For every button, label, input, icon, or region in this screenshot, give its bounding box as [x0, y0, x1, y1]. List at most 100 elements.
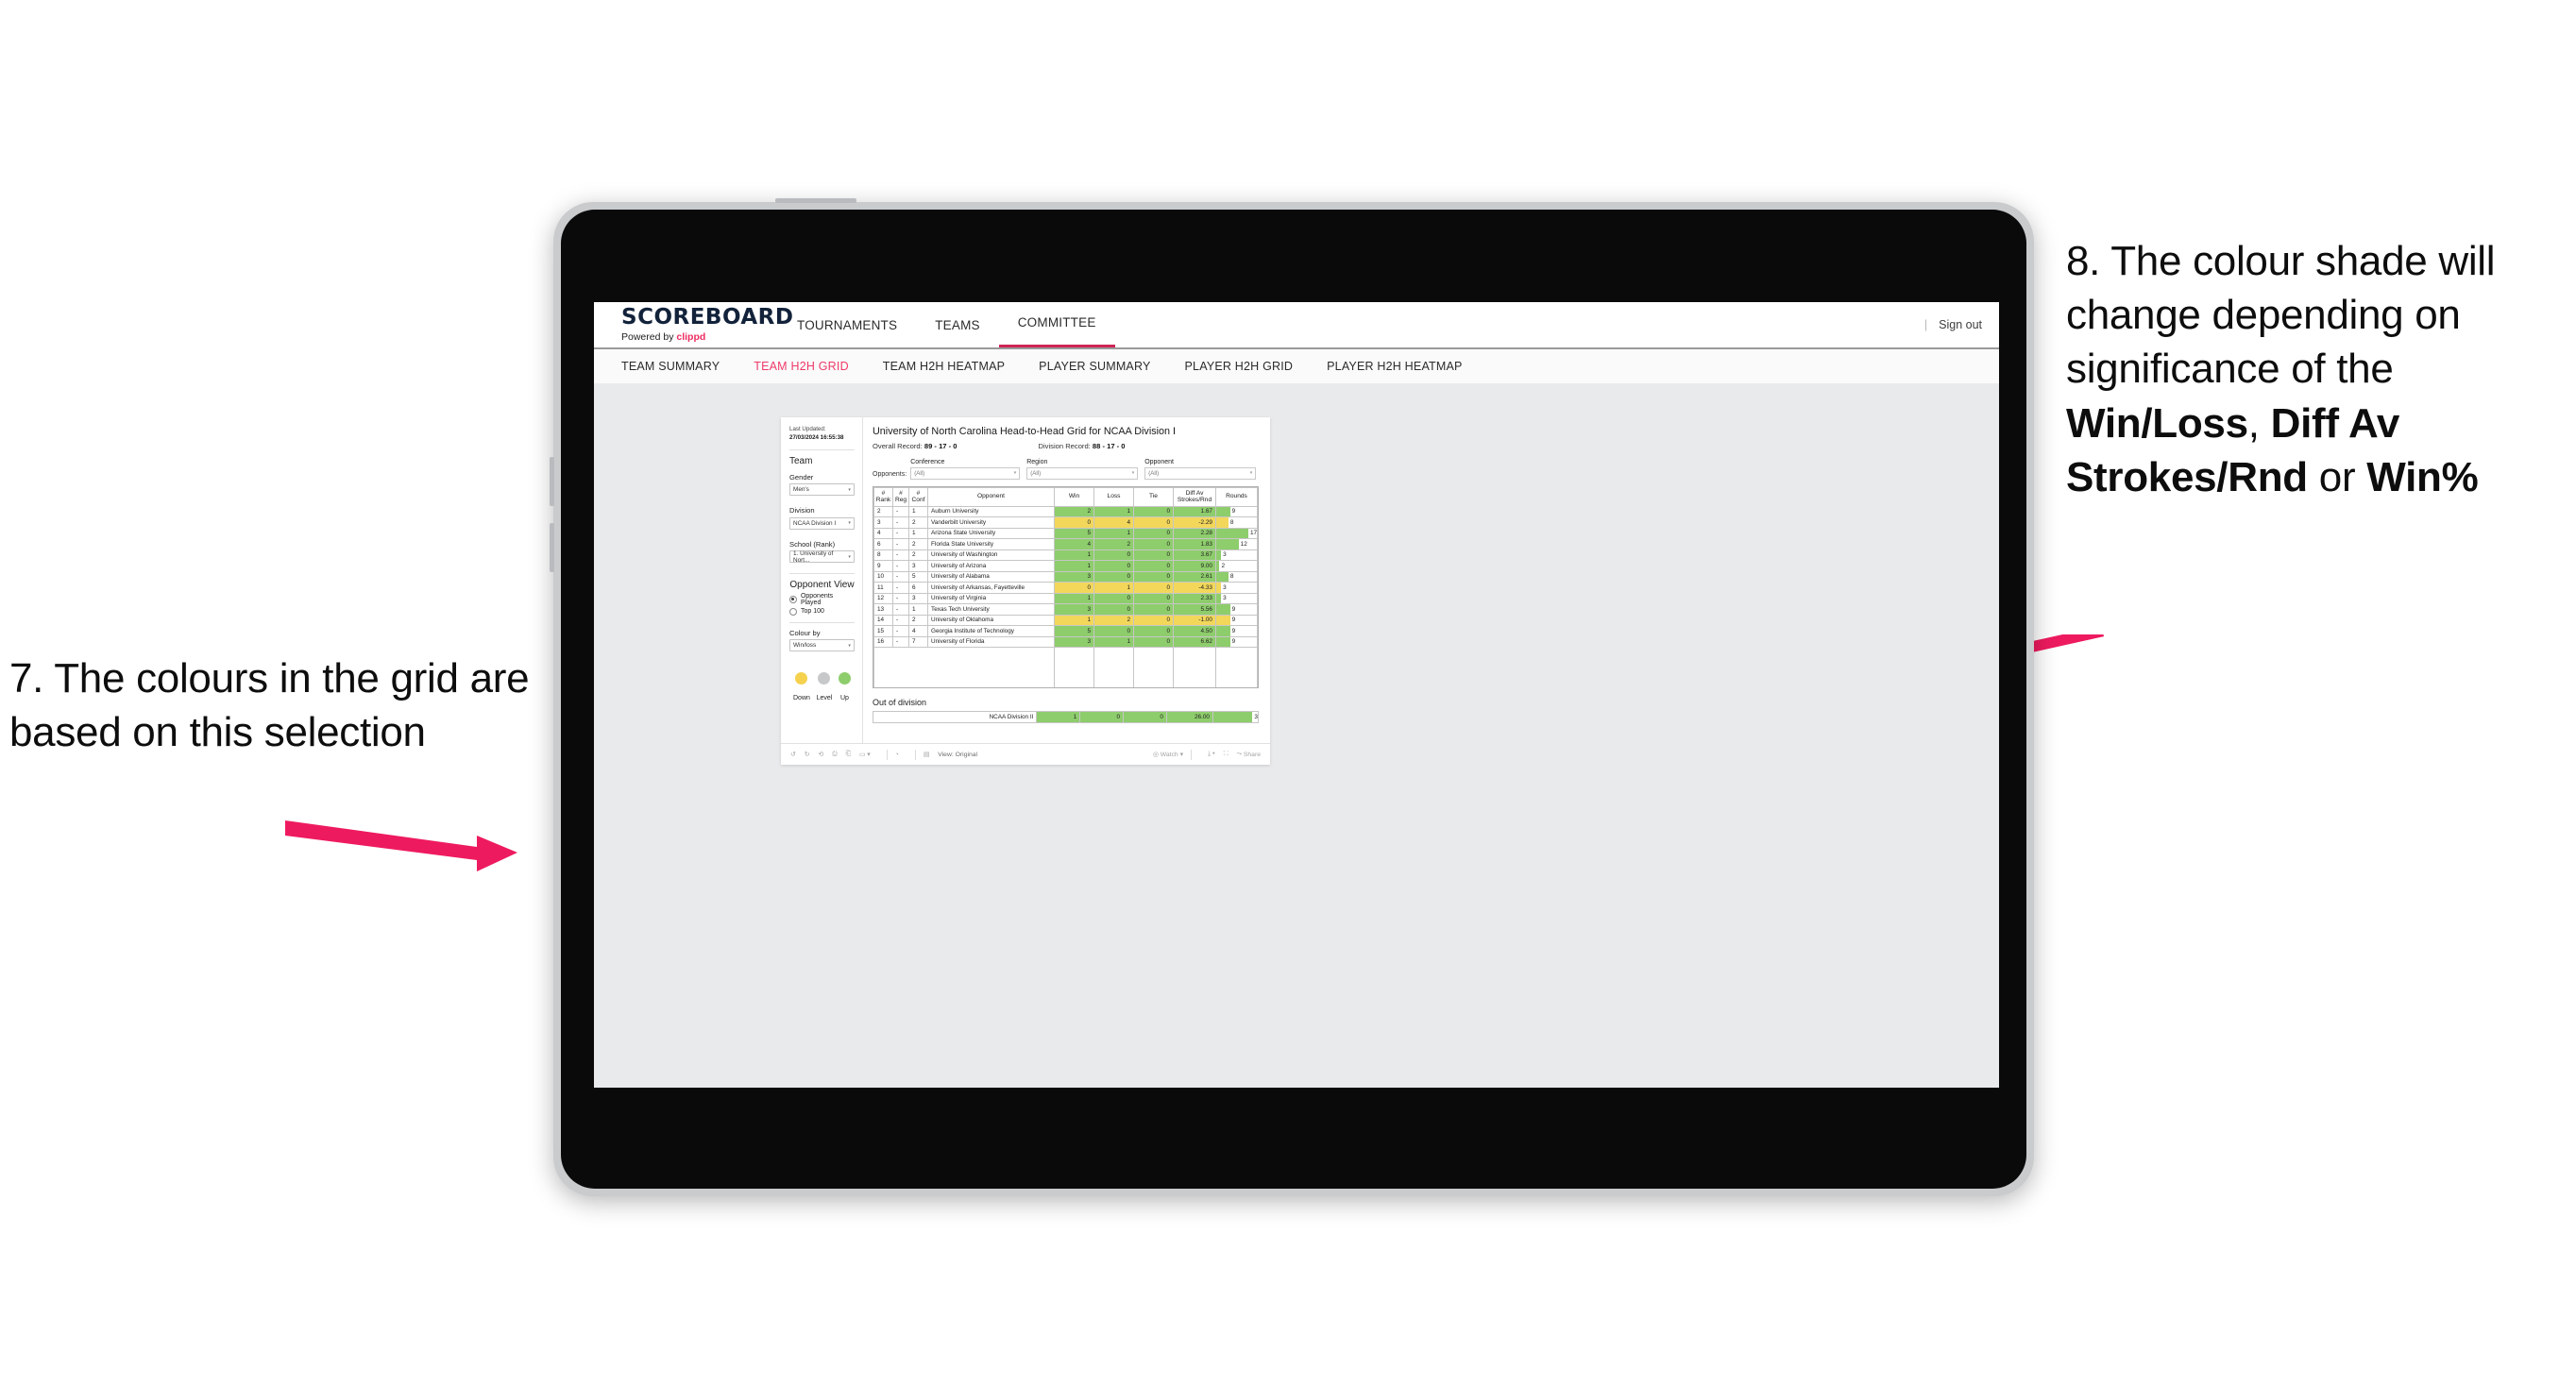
division-select[interactable]: NCAA Division I ▾ [789, 516, 855, 530]
watch-label: Watch [1160, 751, 1178, 758]
cell-rounds-value: 2 [1221, 562, 1225, 569]
legend-label-down: Down [793, 695, 810, 702]
table-row[interactable]: 4-1 Arizona State University 5 1 0 2.28 17 [873, 527, 1258, 540]
topnav-item-tournaments[interactable]: TOURNAMENTS [778, 302, 916, 347]
division-record-label: Division Record: [1038, 442, 1093, 450]
cell-rounds: 3 [1215, 592, 1258, 605]
refresh-icon[interactable]: ⎙ [832, 751, 837, 758]
cell-tie: 0 [1133, 560, 1174, 572]
col-loss-l1: Loss [1107, 493, 1121, 500]
subnav-item-player-summary[interactable]: PLAYER SUMMARY [1039, 360, 1150, 373]
cell-conf: 4 [908, 625, 928, 637]
share-button[interactable]: ⤳ Share [1237, 751, 1261, 758]
cell-rank: 14 [873, 614, 893, 627]
filter-opponent-select[interactable]: (All) ▾ [1144, 467, 1257, 480]
table-spacer-row [873, 657, 1258, 668]
app-logo[interactable]: SCOREBOARD Powered by clippd [594, 307, 793, 344]
watch-button[interactable]: ◎ Watch ▾ [1153, 751, 1183, 759]
cell-tie: 0 [1133, 635, 1174, 649]
col-conf-l1: # [916, 489, 921, 497]
cell-rounds: 9 [1215, 625, 1258, 637]
logo-brand: clippd [676, 331, 706, 343]
cell-reg: - [892, 625, 909, 637]
cell-loss: 0 [1093, 560, 1134, 572]
filter-conference-select[interactable]: (All) ▾ [910, 467, 1021, 480]
ood-win: 1 [1036, 711, 1081, 723]
chevron-down-icon: ▾ [848, 642, 851, 649]
cell-loss: 1 [1093, 582, 1134, 594]
cell-tie: 0 [1133, 516, 1174, 529]
view-label-icon[interactable]: ▤ [924, 751, 929, 758]
cell-reg: - [892, 592, 909, 605]
table-row[interactable]: 16-7 University of Florida 3 1 0 6.62 9 [873, 635, 1258, 649]
table-row[interactable]: 3-2 Vanderbilt University 0 4 0 -2.29 8 [873, 516, 1258, 529]
cell-loss: 0 [1093, 570, 1134, 583]
table-row[interactable]: 10-5 University of Alabama 3 0 0 2.61 8 [873, 570, 1258, 583]
cell-rounds: 8 [1215, 516, 1258, 529]
view-original-dropdown-icon[interactable]: ▭ ▾ [859, 751, 871, 758]
subnav-item-team-summary[interactable]: TEAM SUMMARY [621, 360, 720, 373]
chevron-down-icon: ▾ [1249, 470, 1253, 477]
sub-navigation: TEAM SUMMARY TEAM H2H GRID TEAM H2H HEAT… [594, 349, 1999, 384]
top-navigation: TOURNAMENTS TEAMS COMMITTEE [778, 302, 1115, 347]
undo-icon[interactable]: ↺ [790, 751, 796, 758]
cell-rank: 9 [873, 560, 893, 572]
col-rank-l2: Rank [875, 497, 891, 504]
topnav-item-teams[interactable]: TEAMS [916, 302, 999, 347]
table-row[interactable]: NCAA Division II 1 0 0 26.00 3 [872, 711, 1260, 723]
cell-rank: 6 [873, 538, 893, 550]
subnav-item-player-h2h-heatmap[interactable]: PLAYER H2H HEATMAP [1327, 360, 1462, 373]
subnav-item-player-h2h-grid[interactable]: PLAYER H2H GRID [1185, 360, 1294, 373]
cell-rounds: 3 [1215, 582, 1258, 594]
fullscreen-icon[interactable]: ⛶ [1224, 751, 1229, 758]
cell-win: 5 [1054, 625, 1094, 637]
last-updated-value: 27/03/2024 16:55:38 [789, 433, 844, 441]
download-icon[interactable]: ⤓ ▾ [1208, 751, 1215, 758]
pause-updates-icon[interactable]: ⎗ [846, 751, 851, 758]
cell-rounds-value: 9 [1231, 617, 1236, 624]
radio-opponents-played[interactable]: Opponents Played [789, 593, 855, 606]
table-row[interactable]: 14-2 University of Oklahoma 1 2 0 -1.00 9 [873, 614, 1258, 627]
annotation-7-text: 7. The colours in the grid are based on … [9, 655, 530, 756]
redo-icon[interactable]: ↻ [805, 751, 810, 758]
subnav-item-team-h2h-heatmap[interactable]: TEAM H2H HEATMAP [883, 360, 1005, 373]
cell-rounds-value: 9 [1231, 627, 1236, 634]
overall-record-label: Overall Record: [873, 442, 924, 450]
table-row[interactable]: 13-1 Texas Tech University 3 0 0 5.56 9 [873, 603, 1258, 616]
cell-opponent: University of Virginia [927, 592, 1055, 605]
table-row[interactable]: 2-1 Auburn University 2 1 0 1.67 9 [873, 505, 1258, 518]
cell-conf: 1 [908, 603, 928, 616]
table-row[interactable]: 12-3 University of Virginia 1 0 0 2.33 3 [873, 592, 1258, 605]
cell-tie: 0 [1133, 614, 1174, 627]
cell-reg: - [892, 516, 909, 529]
cell-tie: 0 [1133, 625, 1174, 637]
filter-region-select[interactable]: (All) ▾ [1026, 467, 1139, 480]
signout-button[interactable]: Sign out [1939, 318, 1982, 331]
table-body: 2-1 Auburn University 2 1 0 1.67 9 3-2 Vanderbil… [873, 505, 1258, 688]
view-original-label[interactable]: View: Original [938, 752, 977, 758]
gender-select[interactable]: Men's ▾ [789, 483, 855, 497]
subnav-item-team-h2h-grid[interactable]: TEAM H2H GRID [754, 360, 849, 373]
school-rank-select[interactable]: 1. University of Nort... ▾ [789, 550, 855, 564]
legend-dot-down [795, 672, 808, 685]
table-row[interactable]: 8-2 University of Washington 1 0 0 3.67 3 [873, 549, 1258, 562]
topnav-item-committee[interactable]: COMMITTEE [998, 302, 1115, 347]
table-row[interactable]: 11-6 University of Arkansas, Fayetteville… [873, 582, 1258, 594]
table-row[interactable]: 9-3 University of Arizona 1 0 0 9.00 2 [873, 560, 1258, 572]
cell-rounds: 2 [1215, 560, 1258, 572]
revert-icon[interactable]: ⟲ [818, 751, 823, 758]
cell-conf: 2 [908, 538, 928, 550]
colour-by-select[interactable]: Win/loss ▾ [789, 639, 855, 652]
chevron-down-icon: ▾ [848, 486, 851, 493]
cell-rank: 11 [873, 582, 893, 594]
cell-diff: 6.62 [1173, 635, 1216, 649]
cell-diff: 5.56 [1173, 603, 1216, 616]
divider [914, 749, 916, 760]
filter-region-label: Region [1026, 459, 1048, 465]
cell-reg: - [892, 570, 909, 583]
radio-top-100-label: Top 100 [801, 608, 824, 616]
table-row[interactable]: 6-2 Florida State University 4 2 0 1.83 12 [873, 538, 1258, 550]
radio-top-100[interactable]: Top 100 [789, 607, 855, 616]
clock-icon[interactable]: ◔ [895, 752, 899, 758]
table-row[interactable]: 15-4 Georgia Institute of Technology 5 0 0 4.… [873, 625, 1258, 637]
